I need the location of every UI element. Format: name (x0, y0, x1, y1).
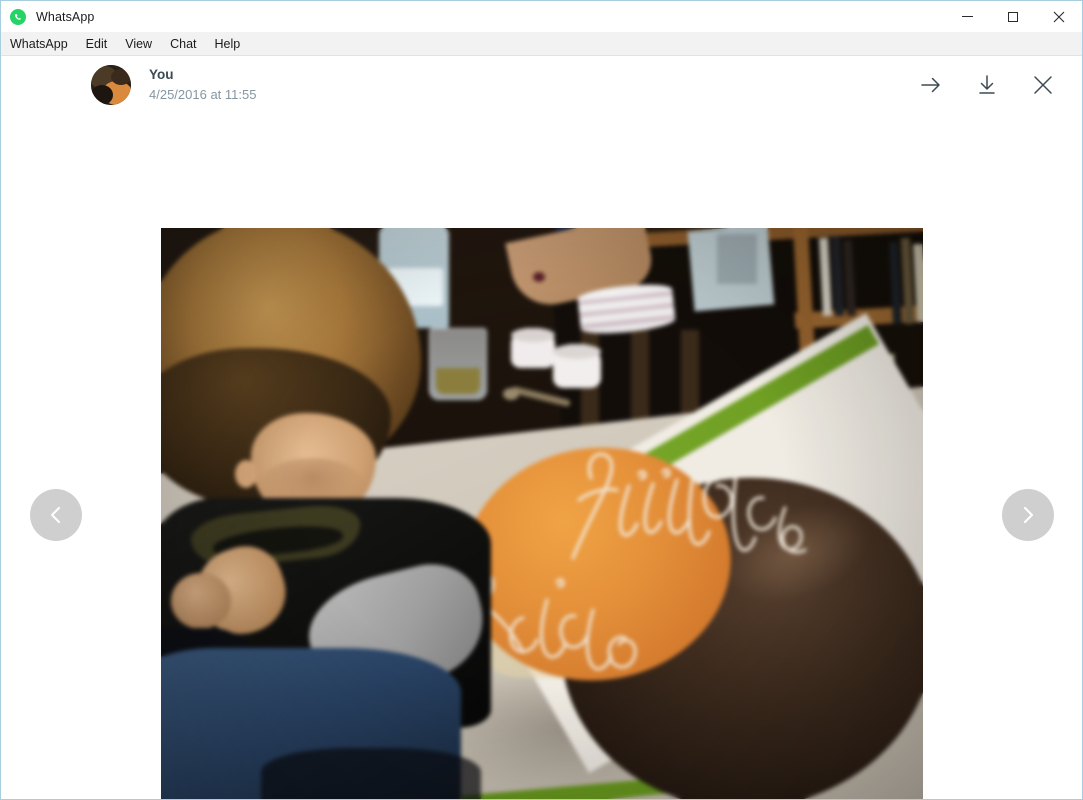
media-photo[interactable] (161, 228, 923, 799)
photo-vignette (161, 228, 923, 799)
next-media-button[interactable] (1002, 489, 1054, 541)
sender-meta: You 4/25/2016 at 11:55 (149, 66, 256, 104)
whatsapp-window: WhatsApp WhatsApp Edit View Chat Help Yo… (0, 0, 1083, 800)
menu-item-help[interactable]: Help (215, 37, 250, 51)
close-window-button[interactable] (1036, 1, 1082, 32)
menu-item-chat[interactable]: Chat (170, 37, 205, 51)
download-icon (979, 75, 995, 94)
media-viewer-actions (916, 56, 1058, 114)
forward-button[interactable] (916, 70, 946, 100)
title-bar: WhatsApp (1, 1, 1082, 32)
menu-item-view[interactable]: View (125, 37, 161, 51)
menu-bar: WhatsApp Edit View Chat Help (1, 32, 1082, 56)
maximize-button[interactable] (990, 1, 1036, 32)
content-area: You 4/25/2016 at 11:55 (1, 56, 1082, 799)
whatsapp-logo-icon (10, 8, 26, 25)
media-viewer-header: You 4/25/2016 at 11:55 (1, 56, 1082, 114)
menu-item-edit[interactable]: Edit (86, 37, 117, 51)
previous-media-button[interactable] (30, 489, 82, 541)
minimize-icon (961, 16, 973, 17)
arrow-right-icon (921, 77, 940, 93)
app-title: WhatsApp (36, 9, 95, 24)
media-viewer-overlay: You 4/25/2016 at 11:55 (1, 56, 1082, 799)
close-icon (1034, 76, 1052, 94)
maximize-icon (1008, 11, 1018, 22)
avatar (91, 65, 131, 105)
download-button[interactable] (972, 70, 1002, 100)
close-icon (1053, 11, 1065, 22)
menu-item-whatsapp[interactable]: WhatsApp (10, 37, 77, 51)
chevron-right-icon (1023, 506, 1034, 524)
minimize-button[interactable] (944, 1, 990, 32)
chevron-left-icon (50, 506, 61, 524)
close-viewer-button[interactable] (1028, 70, 1058, 100)
sender-name: You (149, 67, 174, 83)
message-timestamp: 4/25/2016 at 11:55 (149, 87, 257, 103)
